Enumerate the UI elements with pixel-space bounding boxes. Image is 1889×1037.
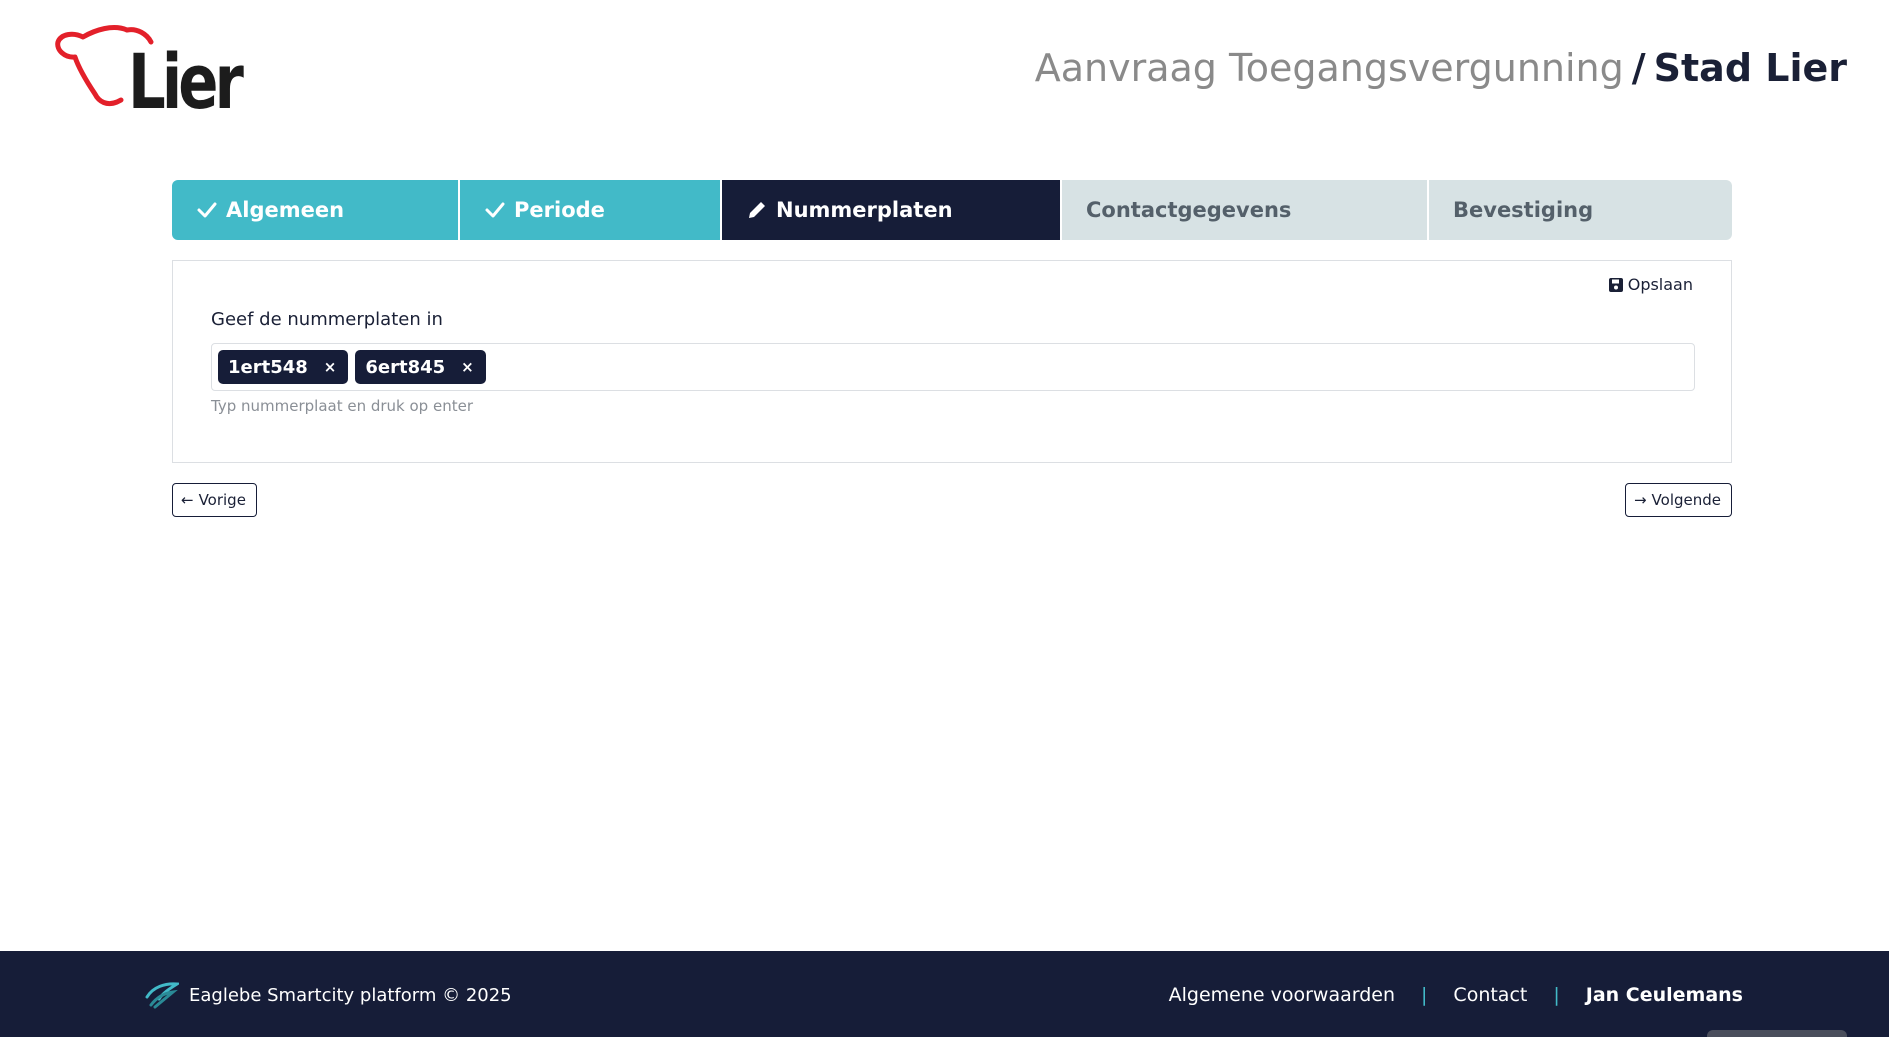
logo: Lier bbox=[55, 24, 250, 124]
step-nummerplaten[interactable]: Nummerplaten bbox=[722, 180, 1062, 240]
license-plates-card: Opslaan Geef de nummerplaten in 1ert548 … bbox=[172, 260, 1732, 463]
previous-button[interactable]: ← Vorige bbox=[172, 483, 257, 517]
remove-tag-icon[interactable]: × bbox=[324, 358, 337, 376]
logo-text: Lier bbox=[128, 37, 244, 126]
pencil-icon bbox=[749, 202, 765, 218]
floppy-disk-icon bbox=[1608, 277, 1623, 292]
footer-tab-handle[interactable] bbox=[1707, 1030, 1847, 1037]
next-label: Volgende bbox=[1651, 491, 1721, 509]
step-periode[interactable]: Periode bbox=[460, 180, 722, 240]
license-plates-input[interactable]: 1ert548 × 6ert845 × bbox=[211, 343, 1695, 391]
license-plate-tag: 1ert548 × bbox=[218, 350, 349, 384]
contact-link[interactable]: Contact bbox=[1453, 984, 1527, 1006]
help-text: Typ nummerplaat en druk op enter bbox=[211, 397, 473, 415]
copyright-text: Eaglebe Smartcity platform © 2025 bbox=[189, 984, 512, 1006]
next-button[interactable]: → Volgende bbox=[1624, 483, 1732, 517]
save-button[interactable]: Opslaan bbox=[1608, 275, 1693, 294]
user-name-link[interactable]: Jan Ceulemans bbox=[1586, 984, 1743, 1006]
tag-value: 6ert845 bbox=[365, 356, 446, 378]
page-title: Aanvraag Toegangsvergunning / Stad Lier bbox=[1035, 44, 1847, 92]
step-label: Periode bbox=[514, 198, 605, 222]
check-icon bbox=[197, 202, 217, 218]
footer-brand: Eaglebe Smartcity platform © 2025 bbox=[143, 981, 512, 1009]
footer-links: Algemene voorwaarden | Contact | Jan Ceu… bbox=[1169, 984, 1743, 1006]
check-icon bbox=[485, 202, 505, 218]
arrow-right-icon: → bbox=[1633, 491, 1647, 509]
terms-link[interactable]: Algemene voorwaarden bbox=[1169, 984, 1395, 1006]
step-algemeen[interactable]: Algemeen bbox=[172, 180, 460, 240]
license-plates-label: Geef de nummerplaten in bbox=[211, 309, 443, 330]
arrow-left-icon: ← bbox=[181, 491, 194, 509]
page-title-light: Aanvraag Toegangsvergunning bbox=[1034, 46, 1624, 90]
footer-divider: | bbox=[1421, 984, 1428, 1006]
step-label: Nummerplaten bbox=[776, 198, 953, 222]
footer: Eaglebe Smartcity platform © 2025 Algeme… bbox=[0, 951, 1889, 1037]
step-label: Contactgegevens bbox=[1086, 198, 1292, 222]
footer-divider: | bbox=[1553, 984, 1560, 1006]
tag-value: 1ert548 bbox=[228, 356, 308, 378]
eaglebe-logo-icon bbox=[145, 982, 179, 1009]
remove-tag-icon[interactable]: × bbox=[461, 358, 474, 376]
save-label: Opslaan bbox=[1627, 275, 1693, 294]
page-title-separator: / bbox=[1631, 46, 1646, 90]
page-title-bold: Stad Lier bbox=[1653, 46, 1847, 90]
step-label: Bevestiging bbox=[1453, 198, 1594, 222]
step-bevestiging[interactable]: Bevestiging bbox=[1429, 180, 1732, 240]
wizard-steps: Algemeen Periode Nummerplaten Contactgeg… bbox=[172, 180, 1732, 240]
step-contactgegevens[interactable]: Contactgegevens bbox=[1062, 180, 1429, 240]
previous-label: Vorige bbox=[198, 491, 246, 509]
license-plate-entry-field[interactable] bbox=[492, 347, 1694, 387]
step-label: Algemeen bbox=[226, 198, 345, 222]
license-plate-tag: 6ert845 × bbox=[355, 350, 486, 384]
